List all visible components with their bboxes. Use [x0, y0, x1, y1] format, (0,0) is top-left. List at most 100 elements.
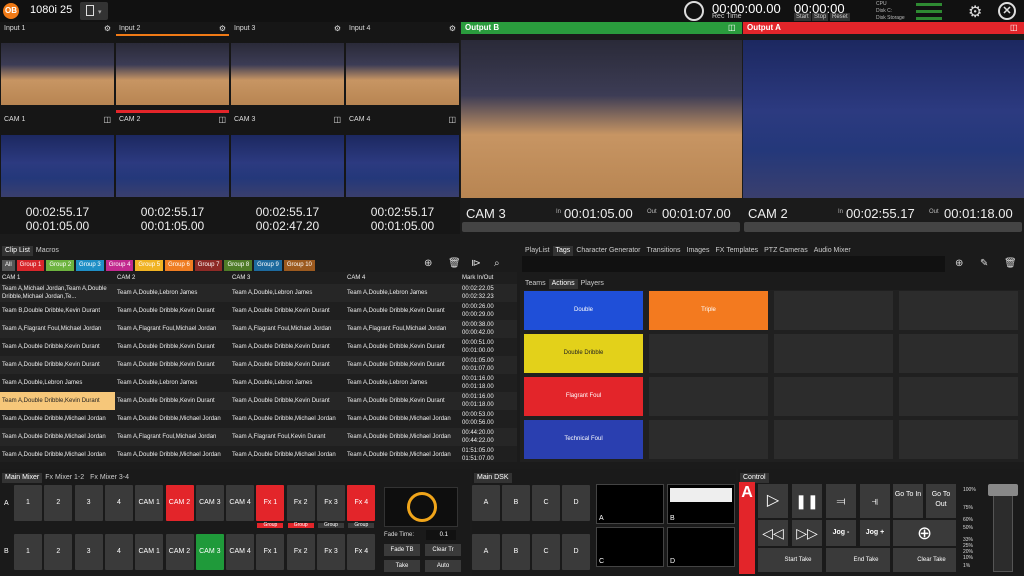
group-filter-button[interactable]: Group 1 [16, 260, 45, 271]
preview-bus-button[interactable]: 3 [74, 534, 103, 570]
program-bus-button[interactable]: Fx 1 [256, 485, 285, 521]
program-bus-button[interactable]: Fx 4 [347, 485, 376, 521]
table-row[interactable]: Team B,Double Dribble,Kevin Durant Team A… [0, 302, 517, 320]
clip-cell[interactable]: Team A,Double Dribble,Michael Jordan [345, 428, 460, 446]
tab-playlist[interactable]: PlayList [522, 246, 553, 256]
speed-slider-handle[interactable] [988, 484, 1018, 496]
clip-cell[interactable]: Team A,Flagrant Foul,Michael Jordan [115, 428, 230, 446]
column-header[interactable]: Mark In/Out [460, 272, 517, 284]
preview-bus-button[interactable]: Fx 4 [347, 534, 376, 570]
fade-tb-button[interactable]: Fade TB [384, 544, 420, 556]
tab-fx-templates[interactable]: FX Templates [712, 246, 761, 256]
clip-cell[interactable]: Team A,Double Dribble,Kevin Durant [0, 392, 115, 410]
record-button[interactable] [684, 1, 704, 21]
table-row[interactable]: Team A,Flagrant Foul,Michael Jordan Team … [0, 320, 517, 338]
mark-in-icon[interactable]: ⫤ [826, 484, 856, 518]
preview-bus-button[interactable]: CAM 2 [165, 534, 194, 570]
tab-main-dsk[interactable]: Main DSK [474, 473, 512, 483]
mark-in-out-cell[interactable]: 00:02:22.05 00:02:32.23 [460, 284, 517, 302]
dsk-button[interactable]: A [472, 534, 500, 570]
auto-button[interactable]: Auto [425, 560, 461, 572]
clip-cell[interactable]: Team A,Double Dribble,Kevin Durant [230, 338, 345, 356]
stopwatch-start-button[interactable]: Start [794, 13, 811, 21]
dsk-button[interactable]: A [472, 485, 500, 521]
tag-search-field[interactable] [522, 256, 945, 272]
column-header[interactable]: CAM 2 [115, 272, 230, 284]
rewind-icon[interactable]: ◁◁ [758, 520, 788, 546]
jog-plus-button[interactable]: Jog + [860, 520, 890, 546]
dsk-thumb-b[interactable]: B [667, 484, 735, 524]
search-icon[interactable]: ⌕ [494, 258, 500, 269]
table-row[interactable]: Team A,Double Dribble,Michael Jordan Team… [0, 428, 517, 446]
output-a-scrub-bar[interactable] [744, 222, 1022, 232]
group-filter-button[interactable]: Group 2 [46, 260, 75, 271]
tab-tags[interactable]: Tags [552, 246, 574, 256]
clip-cell[interactable]: Team A,Double,Lebron James [230, 284, 345, 302]
fade-time-input[interactable]: 0.1 [426, 530, 456, 540]
group-filter-button[interactable]: Group 5 [135, 260, 164, 271]
group-filter-button[interactable]: Group 3 [76, 260, 104, 271]
dsk-button[interactable]: B [502, 534, 530, 570]
preview-bus-button[interactable]: CAM 3 [195, 534, 224, 570]
cam-4-tile[interactable]: CAM 4 ◫ [346, 115, 459, 125]
empty-tag-slot[interactable] [649, 334, 768, 373]
group-filter-button[interactable]: All [2, 260, 15, 271]
gear-icon[interactable]: ⚙ [334, 24, 341, 33]
column-header[interactable]: CAM 4 [345, 272, 460, 284]
clip-cell[interactable]: Team A,Double Dribble,Michael Jordan [0, 410, 115, 428]
camera-icon[interactable]: ◫ [448, 115, 456, 124]
subtab-actions[interactable]: Actions [548, 279, 578, 289]
clip-cell[interactable]: Team A,Double Dribble,Kevin Durant [115, 356, 230, 374]
tag-button[interactable]: Flagrant Foul [524, 377, 643, 416]
go-to-out-button[interactable]: Go To Out [926, 484, 956, 518]
camera-icon[interactable]: ◫ [728, 23, 736, 32]
table-row[interactable]: Team A,Michael Jordan,Team A,Double Drib… [0, 284, 517, 302]
empty-tag-slot[interactable] [774, 377, 893, 416]
group-filter-button[interactable]: Group 9 [254, 260, 282, 271]
table-row[interactable]: Team A,Double,Lebron James Team A,Double,… [0, 374, 517, 392]
edit-icon[interactable]: ✎ [980, 258, 988, 269]
mark-in-out-cell[interactable]: 01:51:05.00 01:51:07.00 [460, 446, 517, 462]
trash-icon[interactable]: 🗑 [448, 258, 461, 269]
clip-cell[interactable]: Team A,Double Dribble,Michael Jordan [230, 446, 345, 462]
camera-icon[interactable]: ◫ [218, 115, 226, 124]
clip-cell[interactable]: Team A,Double,Lebron James [115, 374, 230, 392]
empty-tag-slot[interactable] [774, 334, 893, 373]
trash-icon[interactable]: 🗑 [1004, 258, 1017, 269]
go-to-in-button[interactable]: Go To In [893, 484, 923, 518]
dsk-button[interactable]: B [502, 485, 530, 521]
empty-tag-slot[interactable] [899, 377, 1018, 416]
output-b-scrub-bar[interactable] [462, 222, 740, 232]
tab-clip-list[interactable]: Clip List [2, 246, 33, 256]
input-1-tile[interactable]: Input 1 ⚙ [1, 24, 114, 34]
preview-bus-button[interactable]: CAM 4 [226, 534, 255, 570]
group-filter-button[interactable]: Group 4 [105, 260, 134, 271]
clip-cell[interactable]: Team A,Double Dribble,Kevin Durant [115, 302, 230, 320]
tab-fx-mixer-1-2[interactable]: Fx Mixer 1-2 [42, 473, 87, 483]
clip-cell[interactable]: Team A,Double,Lebron James [345, 374, 460, 392]
clip-cell[interactable]: Team A,Flagrant Foul,Kevin Durant [230, 428, 345, 446]
clip-cell[interactable]: Team A,Double Dribble,Kevin Durant [230, 302, 345, 320]
preview-bus-button[interactable]: 2 [44, 534, 73, 570]
clip-cell[interactable]: Team A,Double Dribble,Michael Jordan [115, 446, 230, 462]
program-bus-button[interactable]: CAM 1 [135, 485, 164, 521]
program-bus-button[interactable]: CAM 2 [165, 485, 194, 521]
cam-2-tile[interactable]: CAM 2 ◫ [116, 115, 229, 125]
tab-images[interactable]: Images [684, 246, 713, 256]
preview-bus-button[interactable]: 1 [14, 534, 42, 570]
dsk-button[interactable]: D [562, 534, 590, 570]
group-filter-button[interactable]: Group 10 [283, 260, 315, 271]
tab-macros[interactable]: Macros [33, 246, 62, 256]
mark-in-out-cell[interactable]: 00:01:16.00 00:01:18.00 [460, 392, 517, 410]
play-icon[interactable]: ▷ [758, 484, 788, 518]
add-icon[interactable]: ⊕ [424, 258, 432, 269]
tag-button[interactable]: Double Dribble [524, 334, 643, 373]
empty-tag-slot[interactable] [899, 291, 1018, 330]
tab-audio-mixer[interactable]: Audio Mixer [811, 246, 854, 256]
group-filter-button[interactable]: Group 6 [165, 260, 193, 271]
preview-bus-button[interactable]: CAM 1 [135, 534, 164, 570]
clip-cell[interactable]: Team A,Double Dribble,Kevin Durant [345, 302, 460, 320]
empty-tag-slot[interactable] [899, 420, 1018, 459]
tag-button[interactable]: Technical Foul [524, 420, 643, 459]
gear-icon[interactable]: ⚙ [104, 24, 111, 33]
